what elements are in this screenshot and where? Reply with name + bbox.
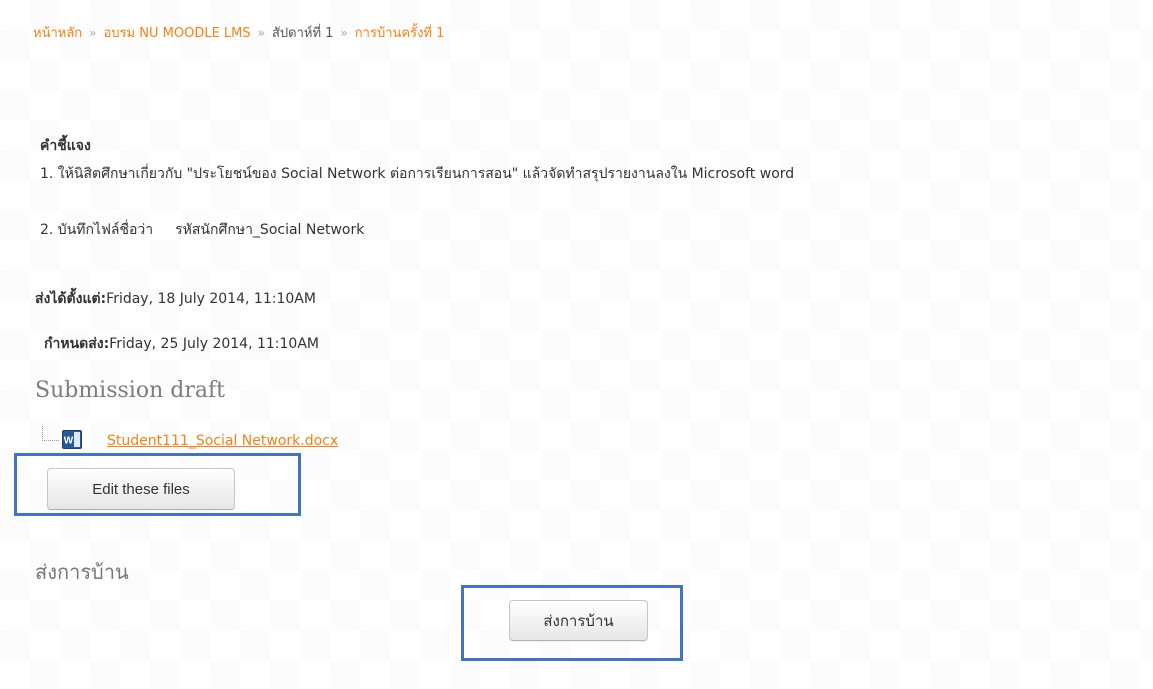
svg-text:W: W [64,436,74,447]
breadcrumb-separator: » [89,25,97,40]
file-tree-connector [42,426,59,441]
submitted-file-link[interactable]: Student111_Social Network.docx [107,433,338,449]
submit-homework-button[interactable]: ส่งการบ้าน [509,600,648,641]
breadcrumb-assignment-link[interactable]: การบ้านครั้งที่ 1 [355,22,445,43]
breadcrumb-separator: » [340,25,348,40]
breadcrumb-course-link[interactable]: อบรม NU MOODLE LMS [104,22,251,43]
breadcrumb-week: สัปดาห์ที่ 1 [271,26,334,41]
breadcrumb-home-link[interactable]: หน้าหลัก [33,22,82,43]
edit-files-button[interactable]: Edit these files [47,468,235,510]
breadcrumb: หน้าหลัก » อบรม NU MOODLE LMS » สัปดาห์ท… [33,22,444,43]
intro-heading: คำชี้แจง [40,138,91,154]
intro-line-2: 2. บันทึกไฟล์ชื่อว่า รหัสนักศึกษา_Social … [40,219,364,241]
submission-draft-title: Submission draft [35,378,225,403]
due-date-label: กำหนดส่ง: [44,336,110,352]
word-document-icon: W [62,430,82,449]
intro-line-1: 1. ให้นิสิตศึกษาเกี่ยวกับ "ประโยชน์ของ S… [40,166,795,182]
submit-homework-heading: ส่งการบ้าน [35,560,129,584]
due-date-value: Friday, 25 July 2014, 11:10AM [109,336,319,352]
breadcrumb-separator: » [257,25,265,40]
intro-line-2-prefix: 2. บันทึกไฟล์ชื่อว่า [40,222,154,238]
due-date: กำหนดส่ง:Friday, 25 July 2014, 11:10AM [44,333,319,355]
allow-submissions-label: ส่งได้ตั้งแต่: [35,291,107,307]
allow-submissions-date: ส่งได้ตั้งแต่:Friday, 18 July 2014, 11:1… [35,288,316,310]
intro-line-2-value: รหัสนักศึกษา_Social Network [175,222,365,238]
allow-submissions-value: Friday, 18 July 2014, 11:10AM [106,291,316,307]
